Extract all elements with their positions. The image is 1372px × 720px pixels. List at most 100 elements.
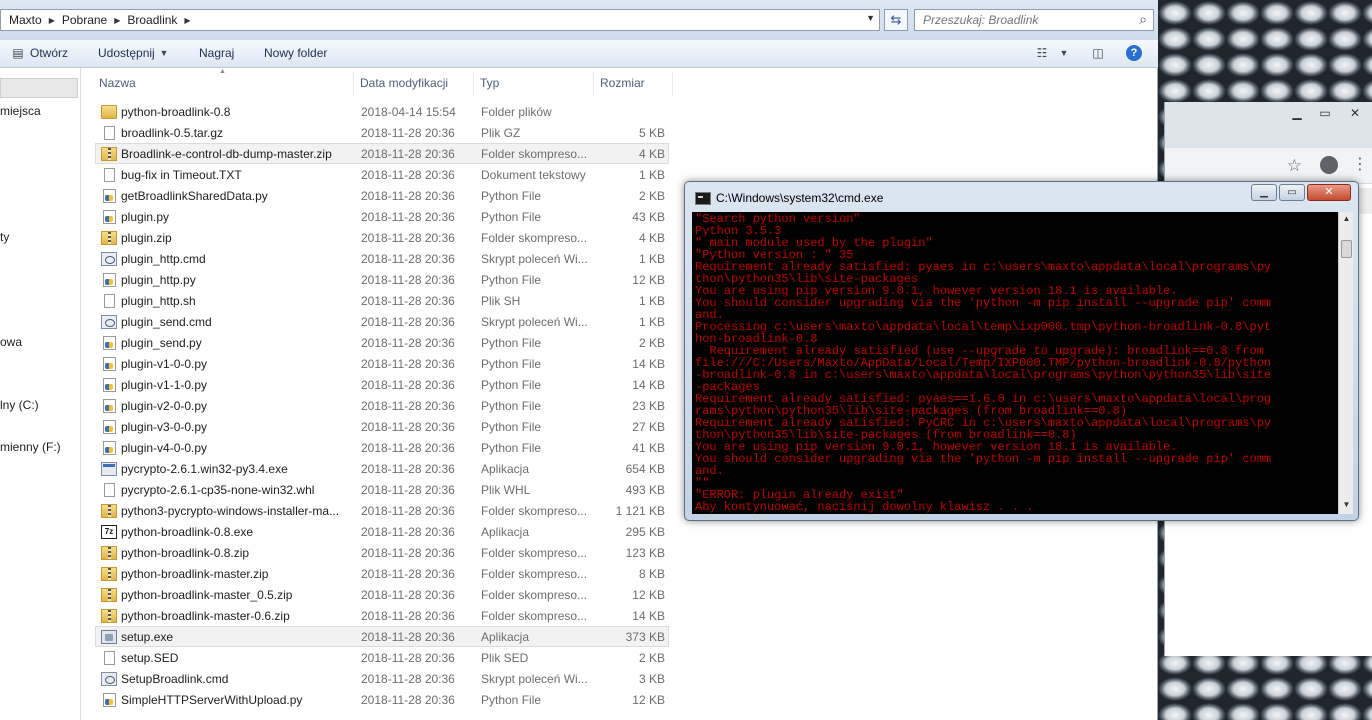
file-type: Aplikacja (481, 630, 530, 644)
breadcrumb-item[interactable]: Maxto (9, 13, 42, 27)
file-row[interactable]: python3-pycrypto-windows-installer-ma...… (95, 500, 669, 521)
file-row[interactable]: plugin_http.py 2018-11-28 20:36 Python Fil… (95, 269, 669, 290)
file-row[interactable]: SimpleHTTPServerWithUpload.py 2018-11-28 … (95, 689, 669, 710)
nav-item[interactable]: miejsca (0, 104, 41, 118)
file-row[interactable]: plugin-v1-1-0.py 2018-11-28 20:36 Python F… (95, 374, 669, 395)
file-row[interactable]: plugin-v3-0-0.py 2018-11-28 20:36 Python F… (95, 416, 669, 437)
minimize-button[interactable]: ▁ (1251, 184, 1277, 201)
minimize-icon[interactable]: ▁ (1285, 106, 1309, 122)
file-row[interactable]: 7z python-broadlink-0.8.exe 2018-11-28 20:… (95, 521, 669, 542)
search-input[interactable] (914, 9, 1154, 31)
share-button[interactable]: Udostępnij (98, 46, 155, 60)
file-row[interactable]: broadlink-0.5.tar.gz 2018-11-28 20:36 Plik… (95, 122, 669, 143)
chevron-down-icon[interactable]: ▼ (156, 45, 172, 61)
scroll-thumb[interactable] (1341, 240, 1352, 258)
breadcrumb-item[interactable]: Broadlink (127, 13, 177, 27)
close-button[interactable]: ✕ (1307, 184, 1351, 201)
profile-icon[interactable] (1320, 156, 1338, 174)
column-header-name[interactable]: Nazwa (99, 76, 136, 90)
file-row[interactable]: plugin.py 2018-11-28 20:36 Python File 43 K… (95, 206, 669, 227)
file-type: Folder skompreso... (481, 588, 588, 602)
file-date: 2018-11-28 20:36 (361, 609, 455, 623)
close-icon[interactable]: ✕ (1343, 106, 1367, 122)
console-scrollbar[interactable]: ▲ ▼ (1338, 212, 1353, 514)
preview-pane-icon[interactable]: ◫ (1090, 45, 1106, 61)
file-row[interactable]: plugin_http.sh 2018-11-28 20:36 Plik SH 1 K… (95, 290, 669, 311)
column-divider[interactable] (353, 72, 354, 96)
breadcrumb-separator-icon[interactable]: ▶ (114, 16, 120, 25)
file-row[interactable]: plugin_send.py 2018-11-28 20:36 Python Fil… (95, 332, 669, 353)
star-icon[interactable]: ☆ (1287, 156, 1302, 176)
python-file-icon (103, 420, 116, 434)
file-row[interactable]: plugin-v4-0-0.py 2018-11-28 20:36 Python F… (95, 437, 669, 458)
file-name: plugin_http.py (121, 273, 196, 287)
file-size: 295 KB (625, 525, 665, 539)
file-row[interactable]: getBroadlinkSharedData.py 2018-11-28 20:3… (95, 185, 669, 206)
nav-item[interactable]: lny (C:) (0, 398, 39, 412)
file-row[interactable]: python-broadlink-master-0.6.zip 2018-11-2… (95, 605, 669, 626)
maximize-icon[interactable]: ▭ (1313, 106, 1337, 122)
file-row[interactable]: plugin_send.cmd 2018-11-28 20:36 Skrypt po… (95, 311, 669, 332)
file-name: bug-fix in Timeout.TXT (121, 168, 242, 182)
open-button[interactable]: Otwórz (30, 46, 68, 60)
open-icon[interactable]: ▤ (10, 45, 26, 61)
menu-icon[interactable]: ⋮ (1352, 154, 1368, 174)
file-type: Aplikacja (481, 462, 530, 476)
file-date: 2018-11-28 20:36 (361, 273, 455, 287)
file-row[interactable]: setup.SED 2018-11-28 20:36 Plik SED 2 KB (95, 647, 669, 668)
file-name: plugin_send.py (121, 336, 202, 350)
file-type: Python File (481, 189, 542, 203)
chevron-down-icon[interactable]: ▼ (1056, 45, 1072, 61)
nav-item[interactable]: mienny (F:) (0, 440, 61, 454)
file-row[interactable]: Broadlink-e-control-db-dump-master.zip 20… (95, 143, 669, 164)
view-options-icon[interactable]: ☷ (1034, 45, 1050, 61)
file-date: 2018-11-28 20:36 (361, 588, 455, 602)
file-size: 493 KB (625, 483, 665, 497)
file-row[interactable]: python-broadlink-master.zip 2018-11-28 20… (95, 563, 669, 584)
file-date: 2018-11-28 20:36 (361, 210, 455, 224)
search-icon[interactable]: ⌕ (1134, 11, 1152, 29)
file-name: setup.exe (121, 630, 174, 644)
breadcrumb[interactable]: Maxto ▶ Pobrane ▶ Broadlink ▶ ▼ (0, 9, 880, 31)
column-header-type[interactable]: Typ (480, 76, 499, 90)
scroll-down-icon[interactable]: ▼ (1339, 500, 1354, 512)
file-row[interactable]: pycrypto-2.6.1-cp35-none-win32.whl 2018-1… (95, 479, 669, 500)
column-divider[interactable] (473, 72, 474, 96)
breadcrumb-separator-icon[interactable]: ▶ (49, 16, 55, 25)
column-header-date[interactable]: Data modyfikacji (360, 76, 448, 90)
file-type: Python File (481, 273, 542, 287)
console-line: You should consider upgrading via the 'p… (695, 452, 1272, 466)
burn-button[interactable]: Nagraj (199, 46, 234, 60)
nav-scroll-indicator[interactable] (0, 78, 78, 98)
new-folder-button[interactable]: Nowy folder (264, 46, 327, 60)
cmd-window[interactable]: C:\Windows\system32\cmd.exe ▁ ▭ ✕ "Searc… (684, 181, 1359, 521)
breadcrumb-item[interactable]: Pobrane (62, 13, 107, 27)
file-row[interactable]: plugin-v2-0-0.py 2018-11-28 20:36 Python F… (95, 395, 669, 416)
file-row[interactable]: setup.exe 2018-11-28 20:36 Aplikacja 373 KB (95, 626, 669, 647)
file-row[interactable]: plugin_http.cmd 2018-11-28 20:36 Skrypt po… (95, 248, 669, 269)
column-divider[interactable] (593, 72, 594, 96)
nav-item[interactable]: owa (0, 335, 22, 349)
seven-zip-icon: 7z (101, 525, 117, 539)
console-output[interactable]: "Search python version" Python 3.5.3 " mai… (692, 212, 1338, 514)
file-row[interactable]: python-broadlink-0.8 2018-04-14 15:54 Fold… (95, 101, 669, 122)
refresh-button[interactable]: ⇆ (884, 9, 908, 31)
file-row[interactable]: bug-fix in Timeout.TXT 2018-11-28 20:36 Do… (95, 164, 669, 185)
file-row[interactable]: python-broadlink-0.8.zip 2018-11-28 20:36… (95, 542, 669, 563)
breadcrumb-separator-icon[interactable]: ▶ (184, 16, 190, 25)
folder-icon (101, 105, 117, 119)
nav-item[interactable]: ty (0, 230, 9, 244)
file-row[interactable]: pycrypto-2.6.1.win32-py3.4.exe 2018-11-28… (95, 458, 669, 479)
file-date: 2018-11-28 20:36 (361, 126, 455, 140)
file-row[interactable]: plugin-v1-0-0.py 2018-11-28 20:36 Python F… (95, 353, 669, 374)
column-divider[interactable] (672, 72, 673, 96)
file-row[interactable]: python-broadlink-master_0.5.zip 2018-11-2… (95, 584, 669, 605)
help-icon[interactable]: ? (1126, 45, 1142, 61)
file-size: 654 KB (625, 462, 665, 476)
maximize-button[interactable]: ▭ (1279, 184, 1305, 201)
chevron-down-icon[interactable]: ▼ (866, 13, 875, 23)
column-header-size[interactable]: Rozmiar (600, 76, 645, 90)
scroll-up-icon[interactable]: ▲ (1339, 214, 1354, 226)
file-row[interactable]: plugin.zip 2018-11-28 20:36 Folder skompre… (95, 227, 669, 248)
file-row[interactable]: SetupBroadlink.cmd 2018-11-28 20:36 Skrypt… (95, 668, 669, 689)
